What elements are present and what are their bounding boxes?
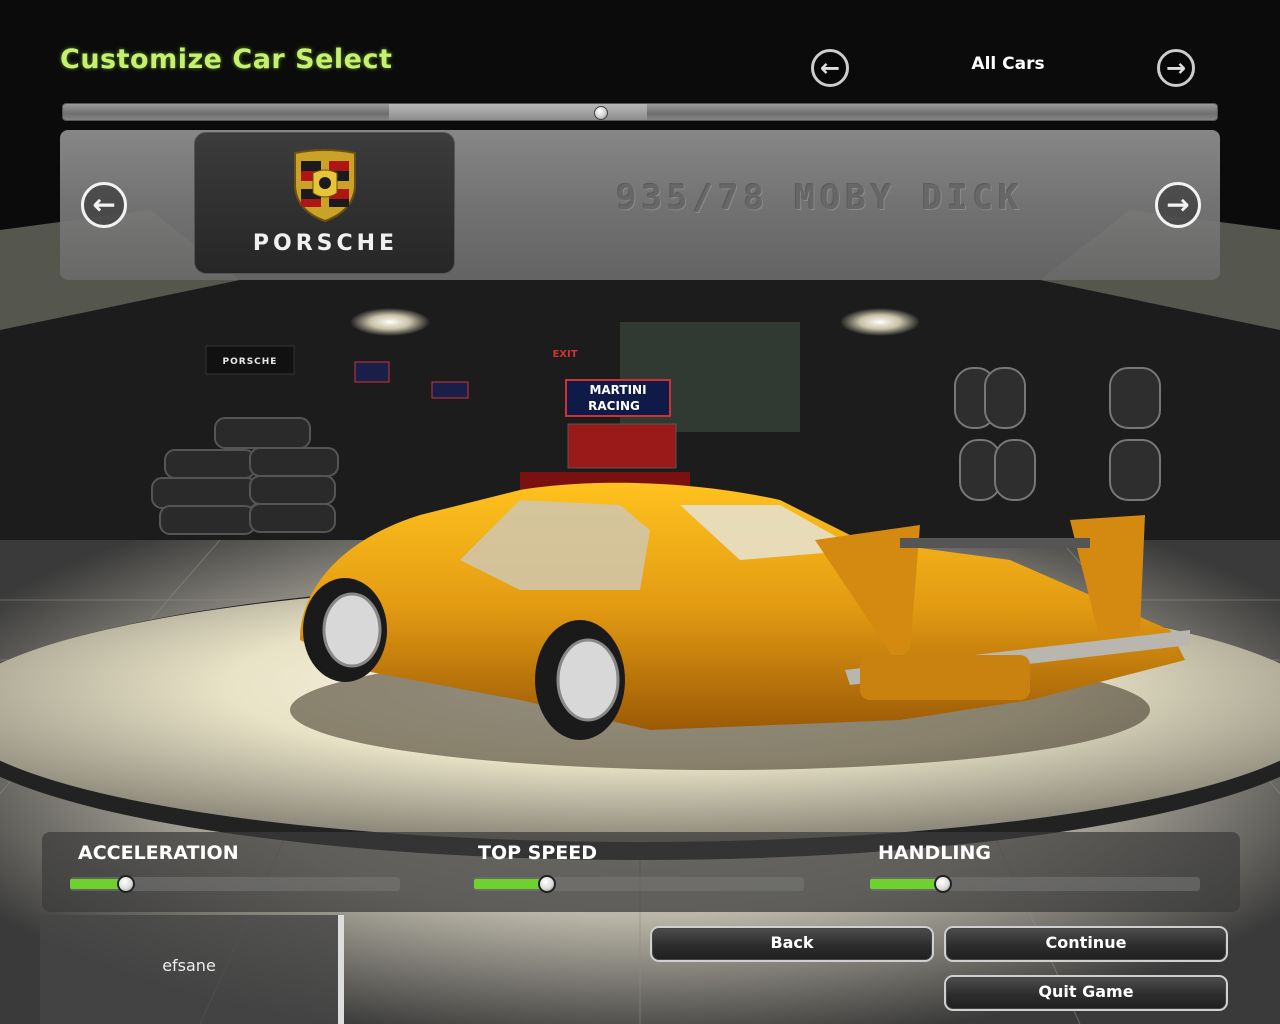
filter-prev-button[interactable]: ← — [811, 49, 849, 87]
arrow-left-icon: ← — [819, 54, 841, 82]
player-name: efsane — [162, 956, 216, 975]
scrollbar-position-dot[interactable] — [594, 106, 608, 120]
scrollbar-thumb[interactable] — [389, 104, 647, 120]
brand-name: PORSCHE — [252, 231, 399, 256]
garage-sign-porsche: PORSCHE — [223, 357, 278, 367]
garage-exit-sign: EXIT — [552, 349, 577, 360]
next-car-button[interactable]: → — [1155, 182, 1201, 228]
arrow-right-icon: → — [1166, 188, 1190, 221]
divider — [338, 915, 344, 1024]
quit-game-button[interactable]: Quit Game — [944, 975, 1228, 1011]
brand-badge: PORSCHE — [194, 132, 455, 274]
filter-next-button[interactable]: → — [1157, 49, 1195, 87]
prev-car-button[interactable]: ← — [81, 182, 127, 228]
top-speed-bar — [474, 875, 804, 893]
stat-label-handling: HANDLING — [878, 842, 991, 864]
car-model-name: 935/78 MOBY DICK — [616, 178, 1024, 218]
acceleration-bar-knob — [117, 875, 136, 893]
back-button[interactable]: Back — [650, 926, 934, 962]
arrow-right-icon: → — [1165, 54, 1187, 82]
car-list-scrollbar[interactable] — [62, 103, 1218, 121]
top-speed-bar-knob — [537, 875, 556, 893]
page-title: Customize Car Select — [60, 44, 393, 75]
continue-button[interactable]: Continue — [944, 926, 1228, 962]
arrow-left-icon: ← — [92, 188, 116, 221]
top-speed-bar-fill — [474, 879, 547, 889]
handling-bar-fill — [870, 879, 943, 889]
garage-sign-racing: RACING — [588, 399, 640, 413]
stat-label-acceleration: ACCELERATION — [78, 842, 239, 864]
garage-sign-martini: MARTINI — [589, 383, 646, 397]
handling-bar — [870, 875, 1200, 893]
porsche-crest-logo — [294, 149, 356, 223]
acceleration-bar — [70, 875, 400, 893]
car-filter-label: All Cars — [971, 54, 1045, 74]
stat-label-top-speed: TOP SPEED — [478, 842, 597, 864]
player-profile-box: efsane — [40, 915, 338, 1024]
handling-bar-knob — [933, 875, 952, 893]
